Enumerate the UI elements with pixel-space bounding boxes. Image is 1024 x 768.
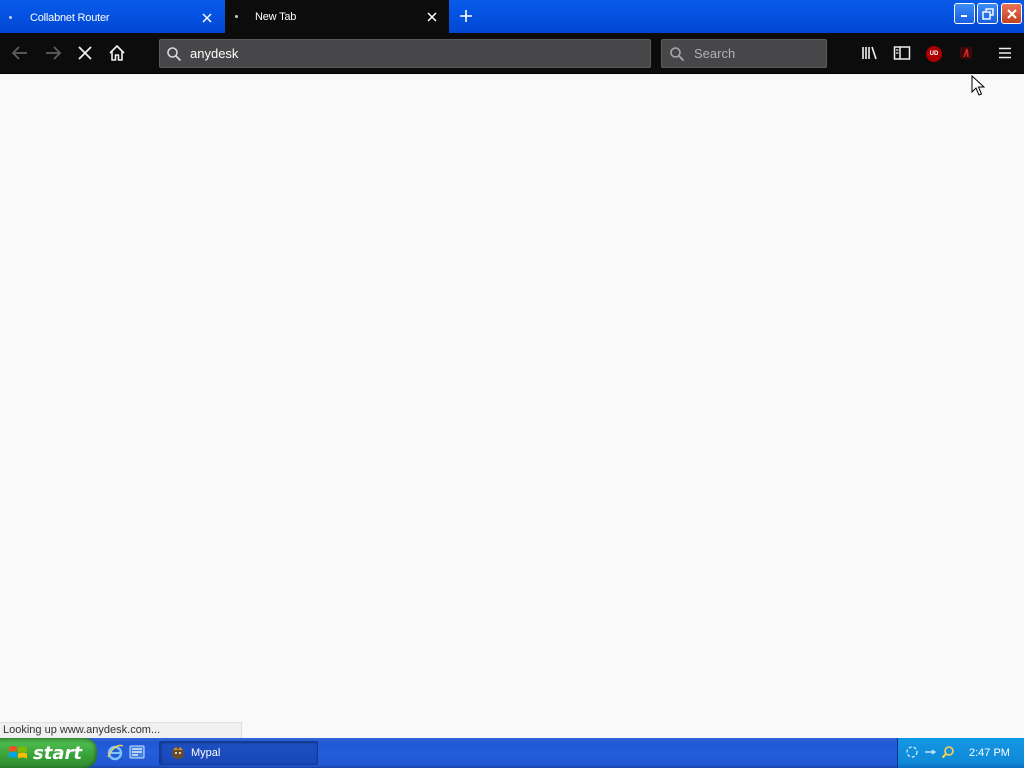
navigation-toolbar: anydesk Search UD: [0, 33, 1024, 74]
close-icon[interactable]: [199, 10, 215, 26]
outlook-icon[interactable]: [128, 743, 146, 764]
mypal-icon: [170, 745, 186, 761]
minimize-button[interactable]: [954, 3, 975, 24]
back-icon: [11, 44, 29, 65]
url-input[interactable]: anydesk: [190, 46, 238, 61]
network-icon[interactable]: [905, 745, 919, 762]
tab-title: Collabnet Router: [30, 11, 110, 24]
new-tab-button[interactable]: [455, 6, 477, 28]
tab-favicon: [9, 16, 12, 19]
clock: 2:47 PM: [969, 747, 1010, 759]
ublock-icon: UD: [926, 46, 942, 62]
taskbar-item-label: Mypal: [191, 747, 221, 759]
url-bar[interactable]: anydesk: [159, 39, 651, 68]
window-close-button[interactable]: [1001, 3, 1022, 24]
extension-icon: [958, 45, 974, 64]
start-label: start: [33, 742, 82, 764]
search-icon: [669, 46, 689, 62]
library-button[interactable]: [857, 41, 883, 67]
extension-button[interactable]: [953, 41, 979, 67]
menu-button[interactable]: [992, 41, 1018, 67]
restore-button[interactable]: [977, 3, 998, 24]
back-button[interactable]: [7, 41, 33, 67]
volume-icon[interactable]: [923, 745, 937, 762]
ie-icon[interactable]: [106, 743, 124, 764]
sidebar-icon: [893, 45, 911, 64]
tab-new-tab[interactable]: New Tab: [225, 0, 449, 33]
taskbar-item-mypal[interactable]: Mypal: [159, 741, 318, 765]
close-icon[interactable]: [424, 9, 440, 25]
search-input[interactable]: Search: [694, 46, 735, 61]
ublock-button[interactable]: UD: [921, 41, 947, 67]
status-text: Looking up www.anydesk.com...: [3, 724, 161, 736]
home-button[interactable]: [104, 41, 130, 67]
menu-icon: [997, 46, 1013, 63]
page-content[interactable]: [0, 74, 1024, 738]
ublock-badge: UD: [929, 51, 939, 57]
plus-icon: [459, 9, 473, 26]
forward-icon: [44, 44, 62, 65]
mouse-cursor-icon: [971, 74, 986, 100]
library-icon: [861, 45, 879, 64]
sidebar-button[interactable]: [889, 41, 915, 67]
title-bar[interactable]: Collabnet Router New Tab: [0, 0, 1024, 33]
home-icon: [108, 44, 126, 65]
taskbar: start Mypal 2:47 PM: [0, 738, 1024, 768]
stop-icon: [77, 45, 93, 64]
search-bar[interactable]: Search: [661, 39, 827, 68]
quick-launch: [106, 743, 146, 764]
start-button[interactable]: start: [0, 738, 97, 768]
windows-flag-icon: [8, 744, 28, 762]
search-icon[interactable]: [941, 745, 955, 762]
system-tray: 2:47 PM: [897, 738, 1024, 768]
tab-favicon: [235, 15, 238, 18]
forward-button[interactable]: [40, 41, 66, 67]
stop-button[interactable]: [72, 41, 98, 67]
tab-title: New Tab: [255, 10, 297, 23]
search-icon: [166, 46, 186, 62]
status-bar: Looking up www.anydesk.com...: [0, 722, 242, 738]
tab-collabnet-router[interactable]: Collabnet Router: [0, 2, 224, 33]
